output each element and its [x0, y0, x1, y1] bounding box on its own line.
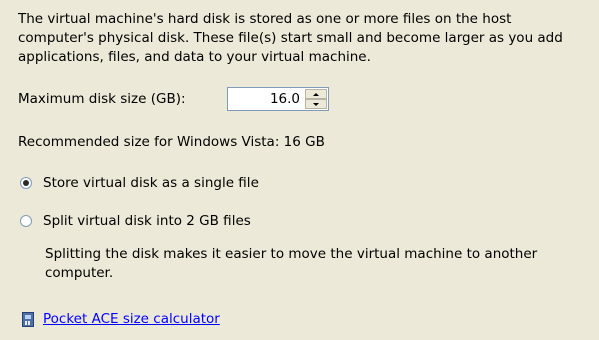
disk-size-row: Maximum disk size (GB): 16.0 — [18, 86, 329, 112]
calculator-screen — [25, 314, 31, 319]
spinner-buttons — [305, 89, 327, 109]
single-file-label[interactable]: Store virtual disk as a single file — [43, 175, 259, 191]
split-files-radio[interactable] — [20, 215, 32, 227]
spin-down-button[interactable] — [305, 99, 327, 109]
arrow-down-icon — [313, 102, 319, 106]
recommended-size-text: Recommended size for Windows Vista: 16 G… — [18, 134, 325, 150]
single-file-option[interactable]: Store virtual disk as a single file — [20, 175, 259, 191]
calculator-link[interactable]: Pocket ACE size calculator — [43, 311, 220, 327]
disk-capacity-panel: The virtual machine's hard disk is store… — [0, 0, 599, 340]
split-files-label[interactable]: Split virtual disk into 2 GB files — [43, 213, 251, 229]
arrow-up-icon — [313, 92, 319, 96]
spin-up-button[interactable] — [305, 89, 327, 99]
disk-size-label: Maximum disk size (GB): — [18, 91, 186, 107]
split-description: Splitting the disk makes it easier to mo… — [45, 246, 538, 281]
calculator-icon[interactable] — [22, 311, 34, 327]
calculator-link-row[interactable]: Pocket ACE size calculator — [22, 311, 220, 327]
intro-text: The virtual machine's hard disk is store… — [18, 11, 563, 65]
disk-size-value[interactable]: 16.0 — [270, 91, 300, 107]
radio-selected-dot — [23, 180, 29, 186]
disk-size-spinner[interactable]: 16.0 — [227, 87, 329, 111]
split-files-option[interactable]: Split virtual disk into 2 GB files — [20, 213, 251, 229]
calculator-keys — [25, 320, 31, 325]
single-file-radio[interactable] — [20, 177, 32, 189]
